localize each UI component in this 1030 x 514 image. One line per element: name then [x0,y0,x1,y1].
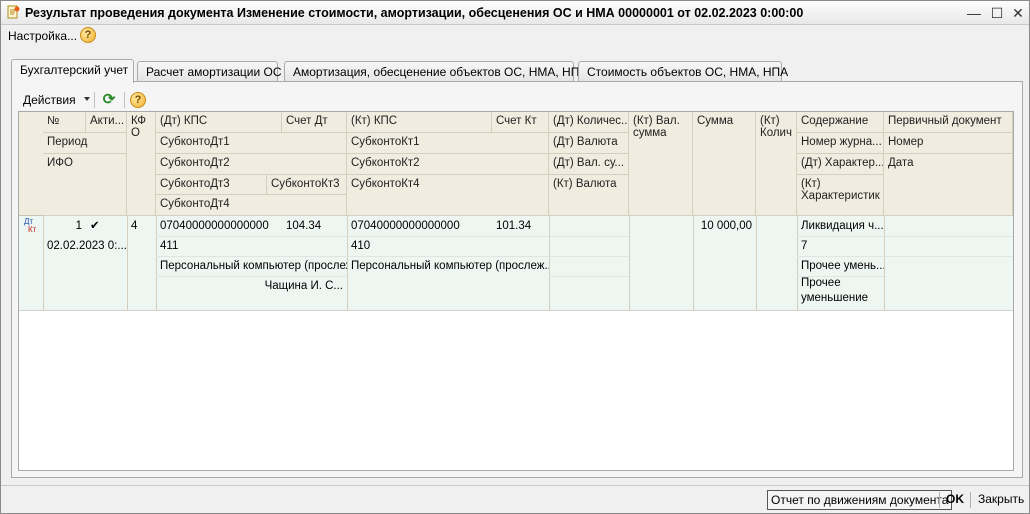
header-dt-cur-sum[interactable]: (Дт) Вал. су... [549,154,629,175]
header-doc-number[interactable]: Номер [884,133,1013,154]
settings-menu[interactable]: Настройка... [8,29,77,43]
cell-journal-num[interactable]: 7 [797,236,884,256]
menu-bar: Настройка... ? [1,25,1029,47]
bottom-divider [970,492,971,508]
cell-dt-sub2[interactable]: Персональный компьютер (прослеж... [156,256,347,276]
tab-depreciation-calc[interactable]: Расчет амортизации ОС [137,61,282,82]
tab-asset-cost[interactable]: Стоимость объектов ОС, НМА, НПА [578,61,788,82]
cell-period[interactable]: 02.02.2023 0:... [43,236,127,256]
header-dt-char[interactable]: (Дт) Характер... [797,154,884,175]
header-kt-cur-sum[interactable]: (Кт) Вал. сумма [629,112,693,216]
cell-dt-kps[interactable]: 07040000000000000 [156,216,282,236]
header-sum[interactable]: Сумма [693,112,756,216]
bottom-divider [939,492,940,508]
cell-sum[interactable]: 10 000,00 [693,216,756,236]
cell-kfo[interactable]: 4 [127,216,156,236]
cell-dt-char[interactable]: Прочее умень... [797,256,884,276]
header-dt-kps[interactable]: (Дт) КПС [156,112,282,133]
header-num[interactable]: № [43,112,86,133]
tab-accounting[interactable]: Бухгалтерский учет [11,59,134,83]
header-dt-sub1[interactable]: СубконтоДт1 [156,133,347,154]
header-period[interactable]: Период [43,133,127,154]
help-icon[interactable]: ? [130,92,146,108]
cell-num[interactable]: 1 [43,216,86,236]
chevron-down-icon [84,97,90,101]
header-dt-sub3[interactable]: СубконтоДт3 [156,175,267,195]
grid-toolbar: Действия ⟳ ? [20,90,320,110]
cell-kt-char[interactable]: Прочее уменьшение [797,276,884,306]
bottom-bar: Отчет по движениям документа OK Закрыть [1,485,1029,513]
cell-dt-sub1[interactable]: 411 [156,236,347,256]
cell-kt-sub2[interactable]: Персональный компьютер (прослеж... [347,256,549,276]
header-active[interactable]: Акти... [86,112,127,133]
toolbar-divider [94,92,95,108]
header-kt-sub1[interactable]: СубконтоКт1 [347,133,549,154]
document-result-window: Результат проведения документа Изменение… [0,0,1030,514]
cell-dt-account[interactable]: 104.34 [282,216,347,236]
actions-menu[interactable]: Действия [23,93,76,107]
cell-content[interactable]: Ликвидация ч... [797,216,884,236]
minimize-button[interactable]: — [964,4,984,22]
header-dt-currency[interactable]: (Дт) Валюта [549,133,629,154]
title-bar: Результат проведения документа Изменение… [1,1,1029,25]
close-window-button[interactable]: ✕ [1008,4,1028,22]
header-dt-qty[interactable]: (Дт) Количес... [549,112,629,133]
header-doc-date[interactable]: Дата [884,154,1013,216]
header-primary-doc[interactable]: Первичный документ [884,112,1013,133]
header-ifo[interactable]: ИФО [43,154,127,216]
header-dt-account[interactable]: Счет Дт [282,112,347,133]
movements-report-button[interactable]: Отчет по движениям документа [767,490,953,510]
accounting-panel: Действия ⟳ ? № Акти... Период ИФО КФО (Д… [11,81,1023,478]
document-icon [7,5,20,19]
cell-kt-account[interactable]: 101.34 [492,216,549,236]
header-dt-sub4[interactable]: СубконтоДт4 [156,195,347,216]
window-title: Результат проведения документа Изменение… [25,6,804,20]
posting-type-icon: Дт Кт [24,217,37,234]
header-kt-currency[interactable]: (Кт) Валюта [549,175,629,216]
postings-grid: № Акти... Период ИФО КФО (Дт) КПС Счет Д… [18,111,1014,471]
header-kt-kps[interactable]: (Кт) КПС [347,112,492,133]
header-kt-sub2[interactable]: СубконтоКт2 [347,154,549,175]
cell-kt-sub3[interactable]: Чащина И. С... [156,276,347,296]
help-icon[interactable]: ? [80,27,96,43]
header-kt-sub3[interactable]: СубконтоКт3 [267,175,347,195]
header-kfo[interactable]: КФО [127,112,156,216]
close-button[interactable]: Закрыть [978,492,1024,506]
tab-strip: Бухгалтерский учет Расчет амортизации ОС… [11,59,1021,83]
cell-kt-kps[interactable]: 07040000000000000 [347,216,492,236]
cell-active-check[interactable]: ✔ [86,216,127,236]
header-kt-char[interactable]: (Кт) Характеристик [797,175,884,216]
maximize-button[interactable]: ☐ [987,4,1007,22]
refresh-icon[interactable]: ⟳ [100,91,118,109]
ok-button[interactable]: OK [946,492,964,506]
cell-kt-sub1[interactable]: 410 [347,236,549,256]
header-kt-account[interactable]: Счет Кт [492,112,549,133]
header-journal-num[interactable]: Номер журна... [797,133,884,154]
header-kt-sub4[interactable]: СубконтоКт4 [347,175,549,216]
tab-depreciation-impairment[interactable]: Амортизация, обесценение объектов ОС, НМ… [284,61,587,82]
toolbar-divider [124,92,125,108]
header-content[interactable]: Содержание [797,112,884,133]
header-dt-sub2[interactable]: СубконтоДт2 [156,154,347,175]
header-kt-qty[interactable]: (Кт) Колич [756,112,797,216]
